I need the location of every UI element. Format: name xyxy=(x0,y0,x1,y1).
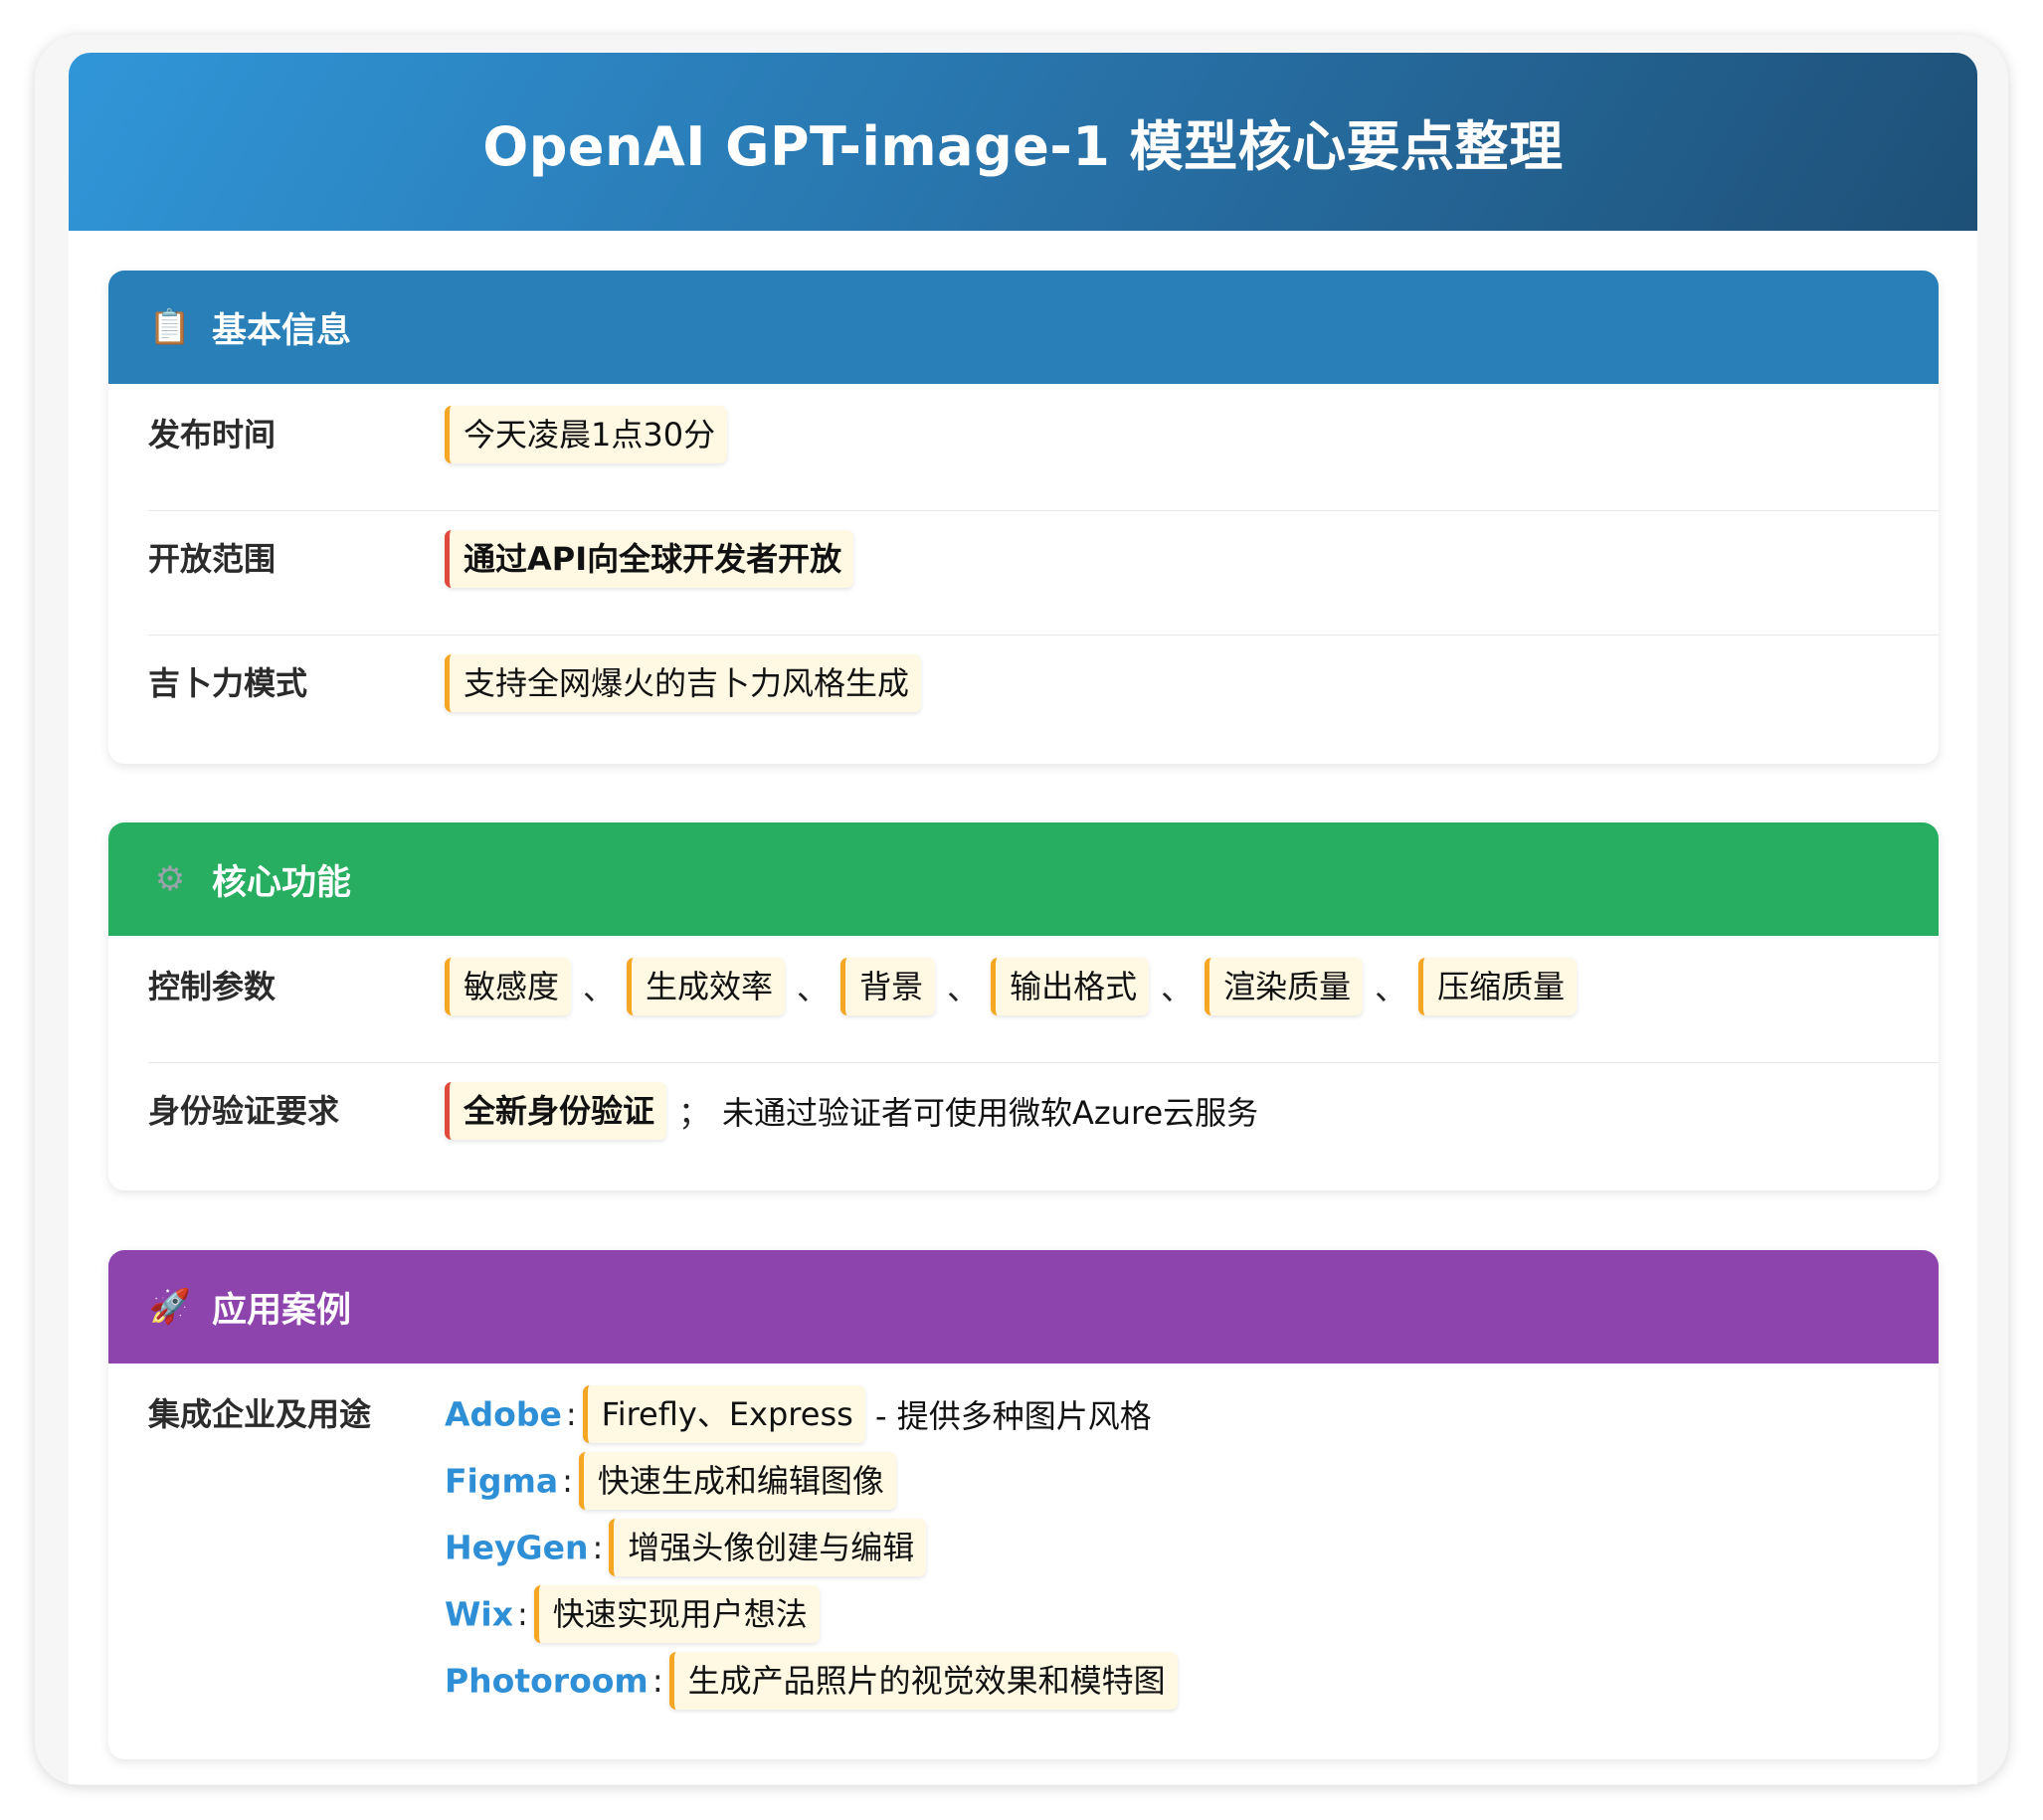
page-title: OpenAI GPT-image-1 模型核心要点整理 xyxy=(482,115,1564,178)
row-label-ghibli: 吉卜力模式 xyxy=(148,664,308,702)
section-header-basic: 📋 基本信息 xyxy=(108,271,1939,384)
row-value-ghibli: 支持全网爆火的吉卜力风格生成 xyxy=(445,654,922,712)
tag-param: 敏感度 xyxy=(445,958,572,1015)
company-extra: - 提供多种图片风格 xyxy=(864,1397,1152,1435)
row-label-companies: 集成企业及用途 xyxy=(148,1395,372,1433)
company-name: Photoroom xyxy=(445,1661,649,1701)
company-line-adobe: Adobe: Firefly、Express - 提供多种图片风格 xyxy=(445,1385,1152,1443)
tag-company-use: 快速实现用户想法 xyxy=(533,1585,820,1643)
section-basic-info: 📋 基本信息 发布时间 今天凌晨1点30分 开放范围 通过API向全球开发者开放… xyxy=(108,271,1939,764)
summary-card: OpenAI GPT-image-1 模型核心要点整理 📋 基本信息 发布时间 … xyxy=(69,53,1977,1784)
company-colon: : xyxy=(651,1662,663,1700)
row-value-scope: 通过API向全球开发者开放 xyxy=(445,530,854,588)
company-line-wix: Wix: 快速实现用户想法 xyxy=(445,1585,820,1643)
row-value-auth: 全新身份验证 ； 未通过验证者可使用微软Azure云服务 xyxy=(445,1082,1258,1140)
param-separator: 、 xyxy=(1375,970,1407,1007)
row-label-scope: 开放范围 xyxy=(148,540,277,578)
param-separator: 、 xyxy=(583,970,616,1007)
param-separator: 、 xyxy=(1161,970,1194,1007)
company-colon: : xyxy=(592,1529,604,1566)
row-value-params: 敏感度、生成效率、背景、输出格式、渲染质量、压缩质量 xyxy=(445,958,1578,1015)
clipboard-icon: 📋 xyxy=(148,307,192,347)
section-title-basic: 基本信息 xyxy=(212,310,352,351)
company-name: Figma xyxy=(445,1461,559,1501)
section-title-core: 核心功能 xyxy=(212,862,352,903)
tag-company-use: 生成产品照片的视觉效果和模特图 xyxy=(668,1652,1178,1710)
page-header: OpenAI GPT-image-1 模型核心要点整理 xyxy=(69,53,1977,231)
param-separator: 、 xyxy=(947,970,980,1007)
auth-separator: ； xyxy=(678,1094,711,1132)
row-label-params: 控制参数 xyxy=(148,968,277,1005)
section-core-features: ⚙ 核心功能 控制参数 敏感度、生成效率、背景、输出格式、渲染质量、压缩质量 身… xyxy=(108,822,1939,1190)
row-divider xyxy=(148,510,1939,511)
company-colon: : xyxy=(517,1595,528,1633)
section-header-core: ⚙ 核心功能 xyxy=(108,822,1939,936)
row-value-release: 今天凌晨1点30分 xyxy=(445,406,728,463)
tag-company-use: 快速生成和编辑图像 xyxy=(578,1452,896,1510)
section-title-apps: 应用案例 xyxy=(212,1290,352,1331)
gear-icon: ⚙ xyxy=(154,859,186,899)
section-header-apps: 🚀 应用案例 xyxy=(108,1250,1939,1364)
company-name: HeyGen xyxy=(445,1528,589,1567)
company-colon: : xyxy=(565,1395,577,1433)
tag-company-use: Firefly、Express xyxy=(582,1385,865,1443)
company-line-figma: Figma: 快速生成和编辑图像 xyxy=(445,1452,896,1510)
auth-text: 未通过验证者可使用微软Azure云服务 xyxy=(722,1094,1259,1132)
tag-company-use: 增强头像创建与编辑 xyxy=(609,1519,927,1576)
tag-auth-value: 全新身份验证 xyxy=(445,1082,667,1140)
row-label-auth: 身份验证要求 xyxy=(148,1092,340,1130)
section-app-cases: 🚀 应用案例 集成企业及用途 Adobe: Firefly、Express - 提… xyxy=(108,1250,1939,1759)
tag-param: 压缩质量 xyxy=(1418,958,1578,1015)
company-colon: : xyxy=(562,1462,573,1500)
company-name: Adobe xyxy=(445,1394,562,1434)
row-divider xyxy=(148,1062,1939,1063)
param-separator: 、 xyxy=(797,970,830,1007)
company-name: Wix xyxy=(445,1594,513,1634)
rocket-icon: 🚀 xyxy=(148,1287,192,1327)
company-line-heygen: HeyGen: 增强头像创建与编辑 xyxy=(445,1519,927,1576)
row-companies: 集成企业及用途 Adobe: Firefly、Express - 提供多种图片风格… xyxy=(148,1385,1939,1743)
tag-scope-value: 通过API向全球开发者开放 xyxy=(445,530,854,588)
row-label-release: 发布时间 xyxy=(148,416,277,454)
tag-release-value: 今天凌晨1点30分 xyxy=(445,406,728,463)
tag-param: 生成效率 xyxy=(627,958,786,1015)
tag-ghibli-value: 支持全网爆火的吉卜力风格生成 xyxy=(445,654,922,712)
company-line-photoroom: Photoroom: 生成产品照片的视觉效果和模特图 xyxy=(445,1652,1178,1710)
tag-param: 背景 xyxy=(840,958,936,1015)
row-divider xyxy=(148,635,1939,636)
tag-param: 输出格式 xyxy=(991,958,1150,1015)
tag-param: 渲染质量 xyxy=(1205,958,1364,1015)
